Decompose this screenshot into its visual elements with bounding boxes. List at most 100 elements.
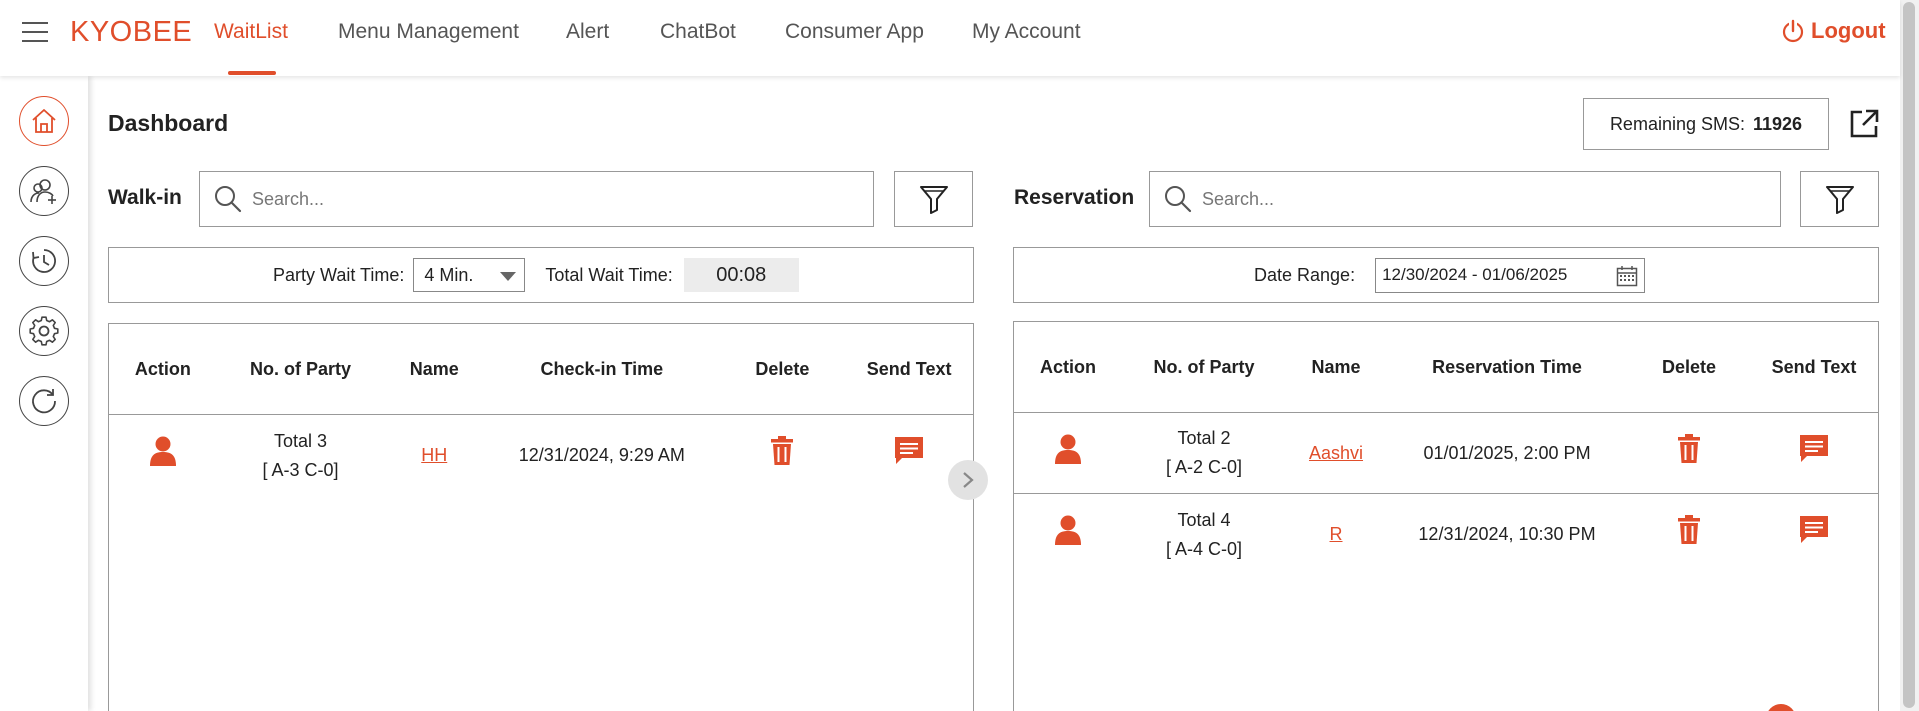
table-row: Total 2 [ A-2 C-0] Aashvi 01/01/2025, 2:… [1014, 413, 1878, 494]
nav-waitlist[interactable]: WaitList [214, 20, 288, 44]
vertical-scrollbar[interactable] [1900, 0, 1919, 711]
history-icon [32, 249, 56, 273]
reservation-time-cell: 12/31/2024, 10:30 PM [1418, 524, 1596, 544]
party-wait-select[interactable]: 4 Min. [413, 258, 526, 292]
send-text-cell [1750, 433, 1878, 474]
col-reservation-time: Reservation Time [1432, 356, 1582, 377]
col-action: Action [134, 358, 191, 379]
sidebar-item-add-user[interactable] [19, 166, 69, 216]
party-cell: Total 4 [ A-4 C-0] [1122, 506, 1286, 564]
name-cell: HH [384, 441, 484, 470]
reservation-date-bar: Date Range: 12/30/2024 - 01/06/2025 [1013, 247, 1879, 303]
name-cell: R [1286, 520, 1386, 549]
search-icon [215, 186, 242, 213]
col-checkin-time: Check-in Time [540, 358, 664, 379]
sidebar [0, 76, 88, 711]
gear-icon [29, 316, 59, 346]
action-cell [109, 435, 217, 476]
col-action: Action [1040, 356, 1096, 377]
power-icon [1782, 19, 1804, 43]
message-icon[interactable] [1798, 433, 1830, 465]
table-row: Total 4 [ A-4 C-0] R 12/31/2024, 10:30 P… [1014, 494, 1878, 575]
person-icon[interactable] [149, 435, 177, 467]
sidebar-item-settings[interactable] [19, 306, 69, 356]
message-icon[interactable] [1798, 514, 1830, 546]
panel-toggle-button[interactable] [948, 460, 988, 500]
trash-icon[interactable] [1677, 515, 1701, 545]
sidebar-item-refresh[interactable] [19, 376, 69, 426]
name-cell: Aashvi [1286, 439, 1386, 468]
reservation-table: Action No. of Party Name Reservation Tim… [1013, 321, 1879, 711]
logout-label: Logout [1811, 18, 1886, 43]
search-icon [1165, 186, 1192, 213]
send-text-cell [1750, 514, 1878, 555]
page-title: Dashboard [108, 110, 229, 136]
walkin-wait-bar: Party Wait Time: 4 Min. Total Wait Time:… [108, 247, 974, 303]
dropdown-arrow-icon [500, 272, 517, 281]
col-name: Name [1311, 356, 1361, 377]
party-detail: [ A-4 C-0] [1165, 538, 1243, 559]
col-party: No. of Party [250, 358, 352, 379]
trash-icon[interactable] [1677, 433, 1701, 464]
total-wait-label: Total Wait Time: [545, 264, 673, 285]
col-party: No. of Party [1153, 356, 1255, 377]
top-navbar: KYOBEE WaitList Menu Management Alert Ch… [0, 0, 1900, 76]
party-wait-label: Party Wait Time: [273, 264, 405, 285]
walkin-label: Walk-in [108, 186, 182, 209]
remaining-sms-box: Remaining SMS: 11926 [1583, 98, 1829, 150]
col-name: Name [409, 358, 459, 379]
person-icon[interactable] [1054, 433, 1082, 465]
nav-my-account[interactable]: My Account [972, 20, 1081, 44]
nav-menu-management[interactable]: Menu Management [338, 20, 519, 44]
refresh-icon [32, 389, 56, 414]
party-cell: Total 2 [ A-2 C-0] [1122, 424, 1286, 482]
sidebar-item-home[interactable] [19, 96, 69, 146]
date-range-input[interactable]: 12/30/2024 - 01/06/2025 [1375, 257, 1646, 293]
party-detail: [ A-2 C-0] [1165, 457, 1243, 477]
reservation-search[interactable] [1149, 171, 1781, 227]
date-range-label: Date Range: [1254, 264, 1356, 285]
external-link-icon[interactable] [1848, 108, 1880, 140]
chevron-right-icon [963, 472, 974, 488]
guest-name-link[interactable]: R [1330, 524, 1343, 544]
trash-icon[interactable] [770, 436, 794, 466]
nav-alert[interactable]: Alert [566, 20, 609, 44]
walkin-table-header: Action No. of Party Name Check-in Time D… [109, 324, 973, 415]
walkin-search-input[interactable] [252, 188, 780, 210]
total-wait-timer: 00:08 [683, 258, 799, 292]
guest-name-link[interactable]: HH [421, 445, 447, 465]
calendar-icon [1616, 265, 1638, 286]
date-range-value: 12/30/2024 - 01/06/2025 [1382, 265, 1568, 284]
party-wait-value: 4 Min. [424, 264, 474, 285]
logout-button[interactable]: Logout [1781, 18, 1886, 44]
nav-consumer-app[interactable]: Consumer App [785, 20, 924, 44]
person-icon[interactable] [1054, 514, 1082, 546]
col-delete: Delete [1661, 356, 1717, 377]
active-tab-indicator [228, 71, 276, 75]
checkin-time-cell: 12/31/2024, 9:29 AM [518, 445, 685, 465]
party-total: Total 2 [1177, 428, 1231, 448]
nav-chatbot[interactable]: ChatBot [660, 20, 736, 44]
delete-cell [720, 436, 846, 475]
party-total: Total 4 [1177, 509, 1231, 530]
hamburger-menu-icon[interactable] [22, 22, 48, 44]
sidebar-item-history[interactable] [19, 236, 69, 286]
action-cell [1014, 433, 1122, 474]
walkin-search[interactable] [199, 171, 874, 227]
delete-cell [1628, 515, 1750, 554]
walkin-filter-button[interactable] [894, 171, 973, 227]
guest-name-link[interactable]: Aashvi [1309, 443, 1363, 463]
walkin-table: Action No. of Party Name Check-in Time D… [108, 323, 974, 711]
brand-logo: KYOBEE [70, 16, 193, 48]
reservation-time-cell: 01/01/2025, 2:00 PM [1423, 442, 1591, 463]
reservation-filter-button[interactable] [1800, 171, 1879, 227]
delete-cell [1628, 433, 1750, 473]
col-send-text: Send Text [866, 358, 952, 379]
filter-icon [919, 186, 948, 214]
message-icon[interactable] [893, 435, 925, 467]
party-total: Total 3 [274, 430, 328, 451]
party-cell: Total 3 [ A-3 C-0] [217, 427, 385, 485]
filter-icon [1825, 186, 1854, 214]
reservation-search-input[interactable] [1202, 188, 1695, 210]
scrollbar-thumb[interactable] [1903, 2, 1915, 708]
